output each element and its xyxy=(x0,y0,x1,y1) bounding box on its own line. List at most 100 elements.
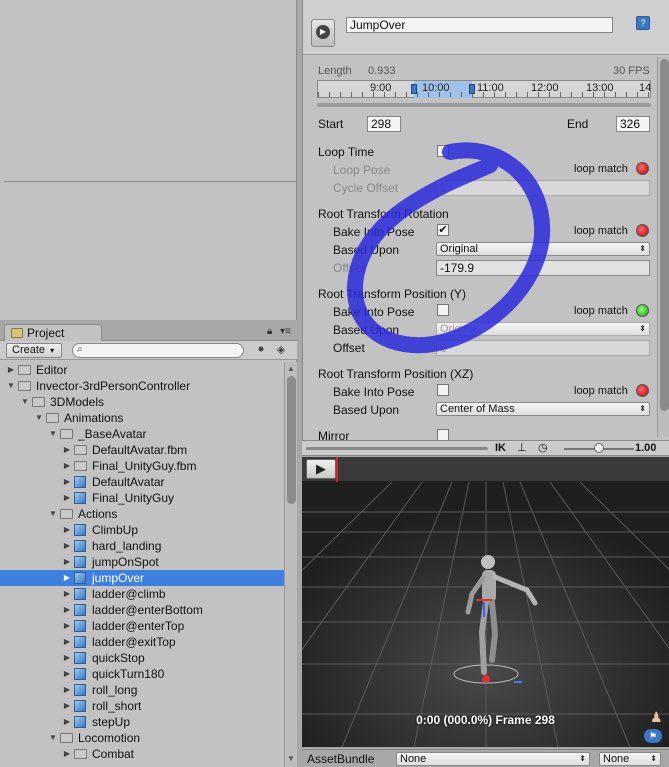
tree-scrollbar[interactable]: ▲ ▼ xyxy=(284,362,297,767)
expand-arrow-right-icon[interactable]: ▶ xyxy=(62,618,72,634)
tree-asset-item[interactable]: ▶ jumpOver xyxy=(0,570,284,586)
expand-arrow-down-icon[interactable]: ▼ xyxy=(48,506,58,522)
start-field[interactable]: 298 xyxy=(367,116,401,132)
expand-arrow-right-icon[interactable]: ▶ xyxy=(62,490,72,506)
tree-asset-item[interactable]: ▶ ladder@exitTop xyxy=(0,634,284,650)
tree-folder-item[interactable]: ▶ Combat xyxy=(0,746,284,762)
tree-folder-item[interactable]: ▶ Editor xyxy=(0,362,284,378)
expand-arrow-right-icon[interactable]: ▶ xyxy=(62,602,72,618)
expand-arrow-right-icon[interactable]: ▶ xyxy=(62,554,72,570)
expand-arrow-right-icon[interactable]: ▶ xyxy=(62,666,72,682)
tree-asset-item[interactable]: ▶ ladder@climb xyxy=(0,586,284,602)
expand-arrow-right-icon[interactable]: ▶ xyxy=(62,522,72,538)
clip-timeline[interactable]: 9:00 10:00 11:00 12:00 13:00 14 xyxy=(317,80,652,98)
tree-asset-item[interactable]: ▶ roll_short xyxy=(0,698,284,714)
tree-folder-item[interactable]: ▼ Locomotion xyxy=(0,730,284,746)
expand-arrow-right-icon[interactable]: ▶ xyxy=(62,714,72,730)
tree-folder-item[interactable]: ▼ Animations xyxy=(0,410,284,426)
tree-folder-item[interactable]: ▼ _BaseAvatar xyxy=(0,426,284,442)
tree-folder-item[interactable]: ▼ Invector-3rdPersonController xyxy=(0,378,284,394)
scroll-thumb[interactable] xyxy=(287,376,296,504)
tree-folder-item[interactable]: ▶ DefaultAvatar.fbm xyxy=(0,442,284,458)
expand-arrow-right-icon[interactable]: ▶ xyxy=(6,362,16,378)
tree-asset-item[interactable]: ▶ quickTurn180 xyxy=(0,666,284,682)
tree-asset-item[interactable]: ▶ ladder@enterBottom xyxy=(0,602,284,618)
cycle-offset-field[interactable]: 0 xyxy=(436,180,650,196)
rotation-bake-checkbox[interactable]: ✔ xyxy=(437,224,449,236)
lock-icon[interactable]: 🔒︎ xyxy=(267,327,276,337)
tree-asset-item[interactable]: ▶ ClimbUp xyxy=(0,522,284,538)
assetbundle-name-dropdown[interactable]: None ⬍ xyxy=(396,752,590,766)
position-xz-based-upon-dropdown[interactable]: Center of Mass ⬍ xyxy=(436,402,650,416)
preview-viewport[interactable]: 0:00 (000.0%) Frame 298 ♟ ⚑ xyxy=(302,482,669,747)
expand-arrow-down-icon[interactable]: ▼ xyxy=(34,410,44,426)
expand-arrow-right-icon[interactable]: ▶ xyxy=(62,442,72,458)
preview-timeline-bar[interactable] xyxy=(306,447,488,450)
scroll-down-icon[interactable]: ▼ xyxy=(287,754,295,763)
start-marker[interactable] xyxy=(411,84,417,94)
search-input[interactable] xyxy=(72,343,244,358)
create-button[interactable]: Create ▾ xyxy=(6,343,62,358)
tree-asset-item[interactable]: ▶ roll_long xyxy=(0,682,284,698)
expand-arrow-right-icon[interactable]: ▶ xyxy=(62,586,72,602)
assetbundle-variant-dropdown[interactable]: None ⬍ xyxy=(599,752,661,766)
filter-by-type-icon[interactable]: ⚫︎ xyxy=(253,343,269,358)
preview-play-button[interactable]: ▶ xyxy=(306,459,336,479)
tree-asset-item[interactable]: ▶ DefaultAvatar xyxy=(0,474,284,490)
panel-menu-icon[interactable]: ▾≡ xyxy=(280,327,294,337)
tree-folder-item[interactable]: ▼ 3DModels xyxy=(0,394,284,410)
expand-arrow-down-icon[interactable]: ▼ xyxy=(48,426,58,442)
tree-asset-item[interactable]: ▶ ladder@enterTop xyxy=(0,618,284,634)
expand-arrow-right-icon[interactable]: ▶ xyxy=(62,746,72,762)
scroll-thumb[interactable] xyxy=(660,59,669,411)
help-icon[interactable]: ? xyxy=(636,16,650,30)
position-xz-bake-checkbox[interactable] xyxy=(437,384,449,396)
avatar-icon[interactable]: ♟ xyxy=(650,709,663,726)
end-field[interactable]: 326 xyxy=(616,116,650,132)
tree-asset-item[interactable]: ▶ jumpOnSpot xyxy=(0,554,284,570)
scroll-up-icon[interactable]: ▲ xyxy=(287,364,295,373)
expand-arrow-right-icon[interactable]: ▶ xyxy=(62,634,72,650)
position-y-offset-field[interactable]: 0 xyxy=(436,340,650,356)
tree-asset-item[interactable]: ▶ quickStop xyxy=(0,650,284,666)
position-y-based-upon-dropdown[interactable]: Original ⬍ xyxy=(436,322,650,336)
rotation-based-upon-dropdown[interactable]: Original ⬍ xyxy=(436,242,650,256)
speed-slider-knob[interactable] xyxy=(594,443,604,453)
tree-asset-item[interactable]: ▶ Final_UnityGuy xyxy=(0,490,284,506)
timeline-scroll-bar[interactable] xyxy=(317,103,651,107)
project-toolbar: Create ▾ ⌕ ⚫︎ ◈ xyxy=(0,341,297,360)
ik-toggle-button[interactable]: IK xyxy=(495,441,506,455)
tree-asset-item[interactable]: ▶ stepUp xyxy=(0,714,284,730)
expand-arrow-down-icon[interactable]: ▼ xyxy=(20,394,30,410)
expand-arrow-down-icon[interactable]: ▼ xyxy=(6,378,16,394)
tab-project[interactable]: Project xyxy=(4,324,102,342)
assetbundle-name-value: None xyxy=(400,753,427,765)
tree-item-label: quickStop xyxy=(92,651,145,665)
tag-icon[interactable]: ⚑ xyxy=(644,729,662,743)
tree-folder-item[interactable]: ▶ Final_UnityGuy.fbm xyxy=(0,458,284,474)
expand-arrow-right-icon[interactable]: ▶ xyxy=(62,458,72,474)
root-rotation-title: Root Transform Rotation xyxy=(318,207,449,221)
rotation-offset-field[interactable]: -179.9 xyxy=(436,260,650,276)
filter-by-label-icon[interactable]: ◈ xyxy=(273,343,289,358)
pivot-icon[interactable]: ⊥ xyxy=(517,441,527,455)
model-prefab-icon xyxy=(74,604,86,616)
expand-arrow-right-icon[interactable]: ▶ xyxy=(62,538,72,554)
mirror-checkbox[interactable] xyxy=(437,429,449,440)
expand-arrow-right-icon[interactable]: ▶ xyxy=(62,570,72,586)
loop-time-checkbox[interactable] xyxy=(437,145,449,157)
expand-arrow-right-icon[interactable]: ▶ xyxy=(62,650,72,666)
end-marker[interactable] xyxy=(469,84,475,94)
position-y-bake-checkbox[interactable] xyxy=(437,304,449,316)
expand-arrow-right-icon[interactable]: ▶ xyxy=(62,698,72,714)
loop-match-label: loop match xyxy=(574,385,628,397)
expand-arrow-down-icon[interactable]: ▼ xyxy=(48,730,58,746)
tree-folder-item[interactable]: ▼ Actions xyxy=(0,506,284,522)
expand-arrow-right-icon[interactable]: ▶ xyxy=(62,682,72,698)
inspector-scrollbar[interactable] xyxy=(657,57,669,437)
clip-name-field[interactable]: JumpOver xyxy=(346,17,613,33)
tree-asset-item[interactable]: ▶ hard_landing xyxy=(0,538,284,554)
preview-scrub-line[interactable] xyxy=(336,457,338,482)
expand-arrow-right-icon[interactable]: ▶ xyxy=(62,474,72,490)
clip-play-button[interactable]: ▶ xyxy=(311,19,335,47)
